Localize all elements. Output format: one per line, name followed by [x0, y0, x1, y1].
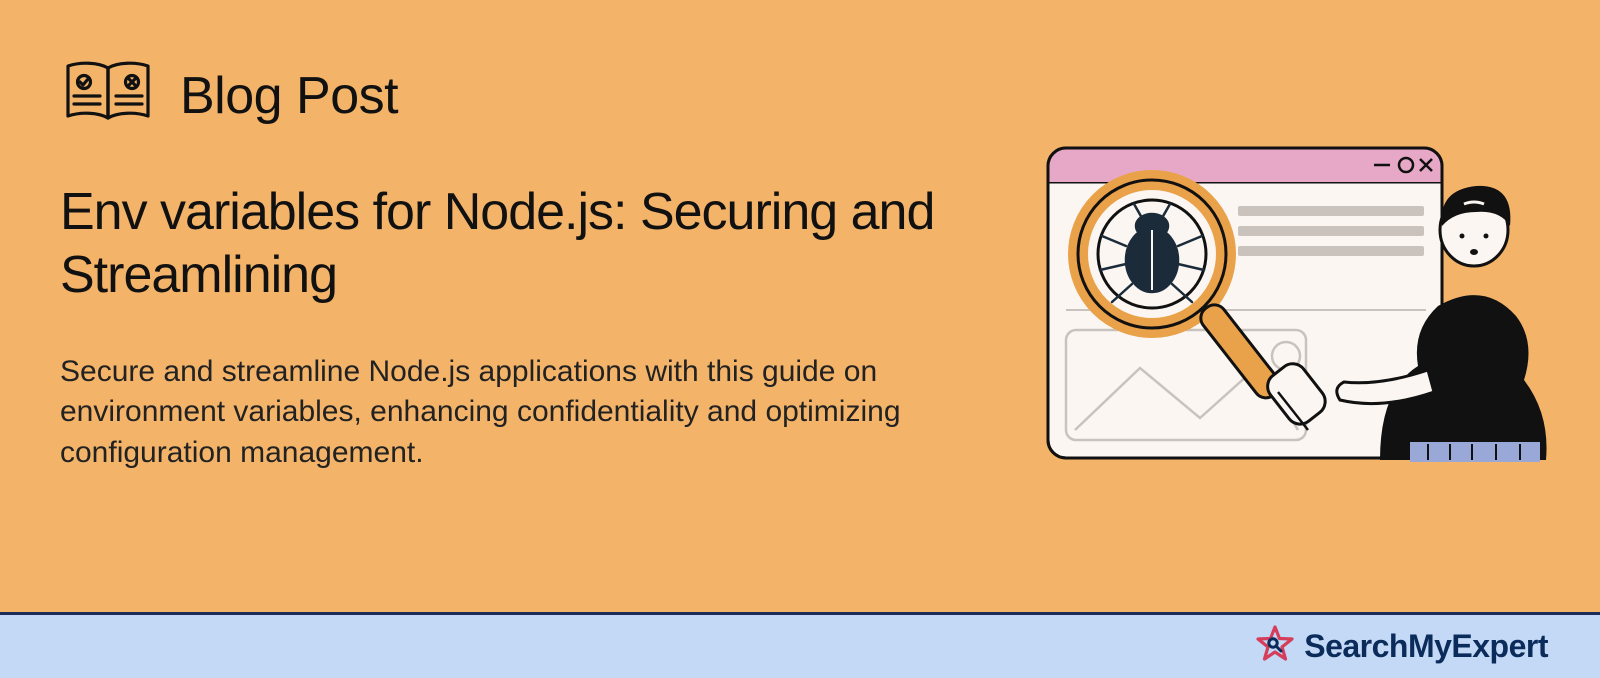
open-book-icon — [60, 58, 156, 133]
brand-name: SearchMyExpert — [1304, 628, 1548, 665]
post-title: Env variables for Node.js: Securing and … — [60, 181, 1000, 308]
star-icon — [1256, 625, 1294, 668]
hero-illustration — [1030, 130, 1550, 490]
brand-logo: SearchMyExpert — [1256, 625, 1548, 668]
post-description: Secure and streamline Node.js applicatio… — [60, 352, 960, 474]
footer-bar: SearchMyExpert — [0, 612, 1600, 678]
text-column: Blog Post Env variables for Node.js: Sec… — [60, 58, 1000, 473]
blog-banner: Blog Post Env variables for Node.js: Sec… — [0, 0, 1600, 678]
category-label: Blog Post — [180, 66, 398, 126]
category-row: Blog Post — [60, 58, 1000, 133]
